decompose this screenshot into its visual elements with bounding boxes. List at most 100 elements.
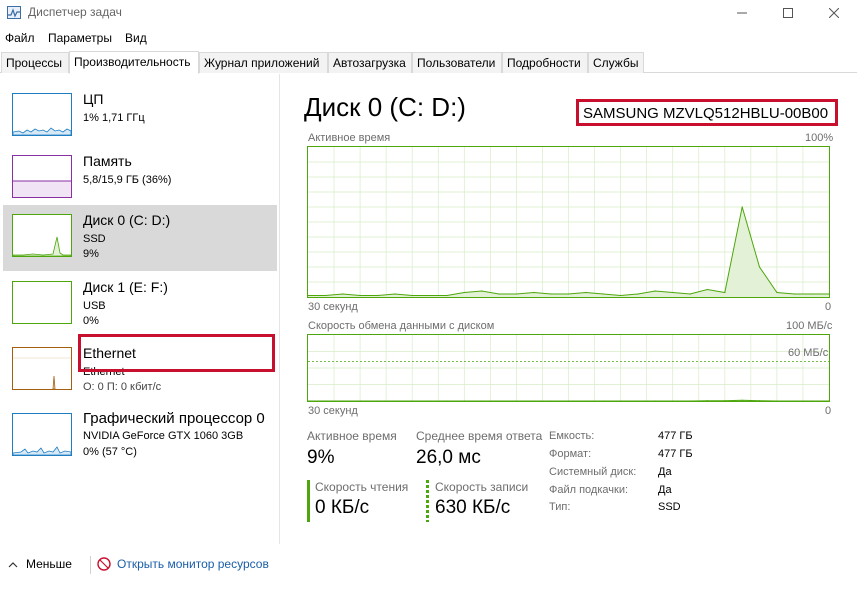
active-time-graph [307,147,830,297]
gpu-thumbnail-graph [12,413,72,456]
sidebar-item-value: 9% [83,248,99,260]
data-point [637,293,639,295]
memory-thumbnail-graph [12,155,72,198]
disk0-thumbnail-graph [12,214,72,257]
active-time-chart-time-label: 30 секунд [308,301,358,313]
data-point [654,290,656,292]
data-point [342,293,344,295]
transfer-chart-max: 100 МБ/с [786,320,833,332]
sidebar-item-value: О: 0 П: 0 кбит/с [83,381,162,393]
data-point [689,400,691,402]
data-point [533,400,535,402]
menu-options[interactable]: Параметры [48,31,112,45]
tab-performance[interactable]: Производительность [69,51,199,74]
system-disk-label: Системный диск: [549,466,637,478]
minimize-button[interactable] [719,0,765,26]
sidebar-item-name: Память [83,153,132,169]
data-point [324,294,326,297]
data-point [533,291,535,294]
maximize-icon [783,8,793,18]
sidebar-item-name: Графический процессор 0 [83,410,265,427]
sidebar-item-cpu[interactable]: ЦП 1% 1,71 ГГц [3,84,277,150]
page-title: Диск 0 (C: D:) [304,92,466,122]
tab-startup[interactable]: Автозагрузка [328,52,412,73]
avg-response-value: 26,0 мс [416,447,481,468]
data-point [376,400,379,402]
window-title: Диспетчер задач [28,5,122,19]
type-label: Тип: [549,501,571,513]
data-point [585,400,587,402]
tab-processes[interactable]: Процессы [1,52,69,73]
tab-services[interactable]: Службы [588,52,644,73]
sidebar-item-name: Диск 0 (C: D:) [83,212,171,228]
data-point [741,206,743,208]
data-point [567,400,570,402]
data-point [394,400,396,402]
data-point [689,293,691,295]
data-point [828,400,830,402]
close-icon [829,8,839,18]
data-point [324,400,326,402]
model-highlight-box: SAMSUNG MZVLQ512HBLU-00B00 [576,99,838,126]
transfer-chart-label: Скорость обмена данными с диском [308,320,495,332]
system-disk-value: Да [658,466,672,478]
sidebar-item-disk0[interactable]: Диск 0 (C: D:) SSD 9% [3,205,277,271]
data-point [411,400,413,402]
fewer-details-button[interactable]: Меньше [8,557,72,571]
data-point [429,400,431,402]
transfer-chart-mid: 60 МБ/с [788,347,829,359]
data-point [620,294,622,297]
read-speed-indicator [307,480,310,522]
data-point [376,294,379,297]
data-point [498,400,500,402]
data-point [411,294,413,297]
data-point [567,293,570,295]
data-point [515,400,517,402]
open-resource-monitor-link[interactable]: Открыть монитор ресурсов [117,557,269,571]
sidebar-item-gpu[interactable]: Графический процессор 0 NVIDIA GeForce G… [3,404,277,470]
sidebar-item-value: 0% [83,315,99,327]
sidebar-item-memory[interactable]: Память 5,8/15,9 ГБ (36%) [3,146,277,212]
data-point [550,293,552,295]
data-point [637,400,639,402]
sidebar-item-disk1[interactable]: Диск 1 (E: F:) USB 0% [3,272,277,338]
data-point [498,293,500,295]
disk-model-name: SAMSUNG MZVLQ512HBLU-00B00 [583,105,829,122]
data-point [602,293,604,295]
transfer-rate-graph [307,335,830,402]
avg-response-label: Среднее время ответа [416,429,543,443]
resource-monitor-icon [97,557,111,571]
data-point [620,400,622,402]
data-point [811,400,813,402]
active-time-chart-max: 100% [805,132,834,144]
data-point [793,293,795,295]
chevron-up-icon [8,561,18,568]
tab-users[interactable]: Пользователи [412,52,502,73]
active-time-chart [307,146,830,298]
close-button[interactable] [811,0,857,26]
format-value: 477 ГБ [658,448,693,460]
data-point [463,291,465,294]
menu-file[interactable]: Файл [5,31,35,45]
data-point [481,290,483,292]
sidebar-item-detail: 5,8/15,9 ГБ (36%) [83,174,172,186]
active-time-stat-label: Активное время [307,429,397,443]
task-manager-icon [7,6,21,19]
data-point [429,294,431,297]
cpu-thumbnail-graph [12,93,72,136]
tab-details[interactable]: Подробности [502,52,588,73]
resource-sidebar: ЦП 1% 1,71 ГГц Память 5,8/15,9 ГБ (36%) … [0,74,280,544]
data-point [550,400,552,402]
menu-view[interactable]: Вид [125,31,147,45]
minimize-icon [737,12,747,14]
tab-app-history[interactable]: Журнал приложений [199,52,328,73]
active-time-chart-min: 0 [825,301,832,313]
data-point [463,400,465,402]
active-time-stat-value: 9% [307,447,335,468]
read-speed-label: Скорость чтения [315,480,409,494]
maximize-button[interactable] [765,0,811,26]
gpu-highlight-box [78,334,275,372]
write-speed-value: 630 КБ/с [435,497,511,518]
data-point [446,294,448,297]
page-file-label: Файл подкачки: [549,484,629,496]
